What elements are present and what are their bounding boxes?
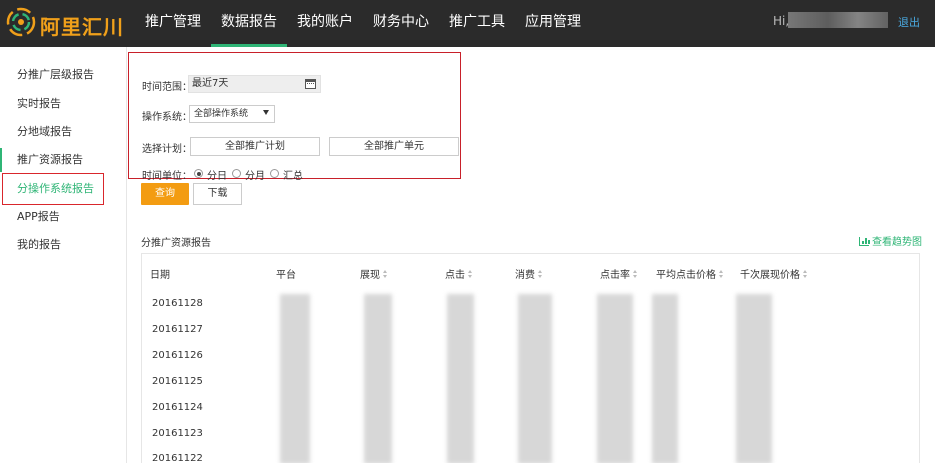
- sort-icon[interactable]: [468, 270, 473, 279]
- brand-logo-icon: [6, 7, 36, 37]
- table-row-date: 20161128: [152, 298, 203, 309]
- sort-icon[interactable]: [803, 270, 808, 279]
- nav-item-finance[interactable]: 财务中心: [363, 0, 439, 47]
- radio-daily-label[interactable]: 分日: [207, 167, 227, 182]
- column-header-clicks[interactable]: 点击: [445, 266, 473, 281]
- sidebar-active-marker: [0, 148, 2, 172]
- table-row-date: 20161123: [152, 428, 203, 439]
- time-unit-label: 时间单位：: [142, 171, 192, 182]
- table-row-date: 20161127: [152, 324, 203, 335]
- radio-monthly-label[interactable]: 分月: [245, 167, 265, 182]
- logout-link[interactable]: 退出: [898, 14, 920, 30]
- radio-monthly[interactable]: [232, 169, 241, 178]
- table-row-date: 20161125: [152, 376, 203, 387]
- dropdown-arrow-icon: [263, 110, 269, 115]
- view-trend-link[interactable]: 查看趋势图: [859, 233, 922, 248]
- column-header-platform: 平台: [276, 270, 296, 281]
- brand-logo[interactable]: 阿里汇川: [6, 7, 136, 39]
- sidebar-item-level-report[interactable]: 分推广层级报告: [0, 63, 127, 87]
- time-range-value: 最近7天: [192, 78, 229, 89]
- radio-daily[interactable]: [194, 169, 203, 178]
- bar-chart-icon: [859, 237, 870, 246]
- redacted-avg-cpc-column: [652, 294, 678, 463]
- redacted-platform-column: [280, 294, 310, 463]
- select-unit-button[interactable]: 全部推广单元: [329, 137, 459, 156]
- column-header-date: 日期: [150, 270, 170, 281]
- radio-summary-label[interactable]: 汇总: [283, 167, 303, 182]
- sidebar-highlight-box: [2, 173, 104, 205]
- redacted-clicks-column: [447, 294, 474, 463]
- nav-item-data-report[interactable]: 数据报告: [211, 0, 287, 47]
- column-header-ctr-label: 点击率: [600, 270, 630, 281]
- column-header-avg-cpc[interactable]: 平均点击价格: [656, 266, 724, 281]
- os-label: 操作系统：: [142, 112, 192, 123]
- nav-item-my-account[interactable]: 我的账户: [287, 0, 363, 47]
- column-header-avg-cpc-label: 平均点击价格: [656, 270, 716, 281]
- column-header-cpm-label: 千次展现价格: [740, 270, 800, 281]
- nav-item-app-management[interactable]: 应用管理: [515, 0, 591, 47]
- sort-icon[interactable]: [719, 270, 724, 279]
- column-header-cost-label: 消费: [515, 270, 535, 281]
- top-navigation-bar: 阿里汇川 推广管理 数据报告 我的账户 财务中心 推广工具 应用管理 Hi, 退…: [0, 0, 935, 47]
- sort-icon[interactable]: [633, 270, 638, 279]
- sidebar-item-resource-report[interactable]: 推广资源报告: [0, 148, 127, 172]
- sidebar-item-app-report[interactable]: APP报告: [0, 205, 127, 229]
- column-header-ctr[interactable]: 点击率: [600, 266, 638, 281]
- calendar-icon[interactable]: [305, 79, 316, 89]
- table-row-date: 20161126: [152, 350, 203, 361]
- redacted-impressions-column: [364, 294, 392, 463]
- redacted-cpm-column: [736, 294, 772, 463]
- sidebar-item-realtime-report[interactable]: 实时报告: [0, 92, 127, 116]
- plan-label: 选择计划：: [142, 144, 192, 155]
- query-button[interactable]: 查询: [141, 183, 189, 205]
- report-title: 分推广资源报告: [141, 238, 211, 249]
- os-select[interactable]: 全部操作系统: [189, 105, 275, 123]
- download-button[interactable]: 下载: [193, 183, 242, 205]
- sidebar-item-my-report[interactable]: 我的报告: [0, 233, 127, 257]
- redacted-cost-column: [518, 294, 552, 463]
- nav-item-promotion[interactable]: 推广管理: [135, 0, 211, 47]
- column-header-clicks-label: 点击: [445, 270, 465, 281]
- time-range-picker[interactable]: 最近7天: [188, 75, 321, 93]
- user-greeting: Hi,: [773, 14, 790, 28]
- sort-icon[interactable]: [383, 270, 388, 279]
- radio-summary[interactable]: [270, 169, 279, 178]
- sort-icon[interactable]: [538, 270, 543, 279]
- report-table: 日期 平台 展现 点击 消费 点击率 平均点击价格 千次展现价格 2016112…: [141, 253, 920, 463]
- nav-item-tools[interactable]: 推广工具: [439, 0, 515, 47]
- main-content: 时间范围： 最近7天 操作系统： 全部操作系统 选择计划： 全部推广计划 全部推…: [128, 47, 935, 463]
- column-header-impressions-label: 展现: [360, 270, 380, 281]
- column-header-impressions[interactable]: 展现: [360, 266, 388, 281]
- view-trend-label: 查看趋势图: [872, 237, 922, 248]
- filter-panel: 时间范围： 最近7天 操作系统： 全部操作系统 选择计划： 全部推广计划 全部推…: [128, 52, 461, 182]
- os-select-value: 全部操作系统: [194, 109, 249, 119]
- time-range-label: 时间范围：: [142, 82, 192, 93]
- select-plan-button[interactable]: 全部推广计划: [190, 137, 320, 156]
- brand-name: 阿里汇川: [40, 15, 124, 39]
- username-redacted: [788, 12, 888, 28]
- column-header-cpm[interactable]: 千次展现价格: [740, 266, 808, 281]
- report-sidebar: 分推广层级报告 实时报告 分地域报告 推广资源报告 分操作系统报告 APP报告 …: [0, 47, 127, 463]
- column-header-cost[interactable]: 消费: [515, 266, 543, 281]
- sidebar-item-region-report[interactable]: 分地域报告: [0, 120, 127, 144]
- redacted-ctr-column: [597, 294, 633, 463]
- table-row-date: 20161124: [152, 402, 203, 413]
- table-row-date: 20161122: [152, 453, 203, 463]
